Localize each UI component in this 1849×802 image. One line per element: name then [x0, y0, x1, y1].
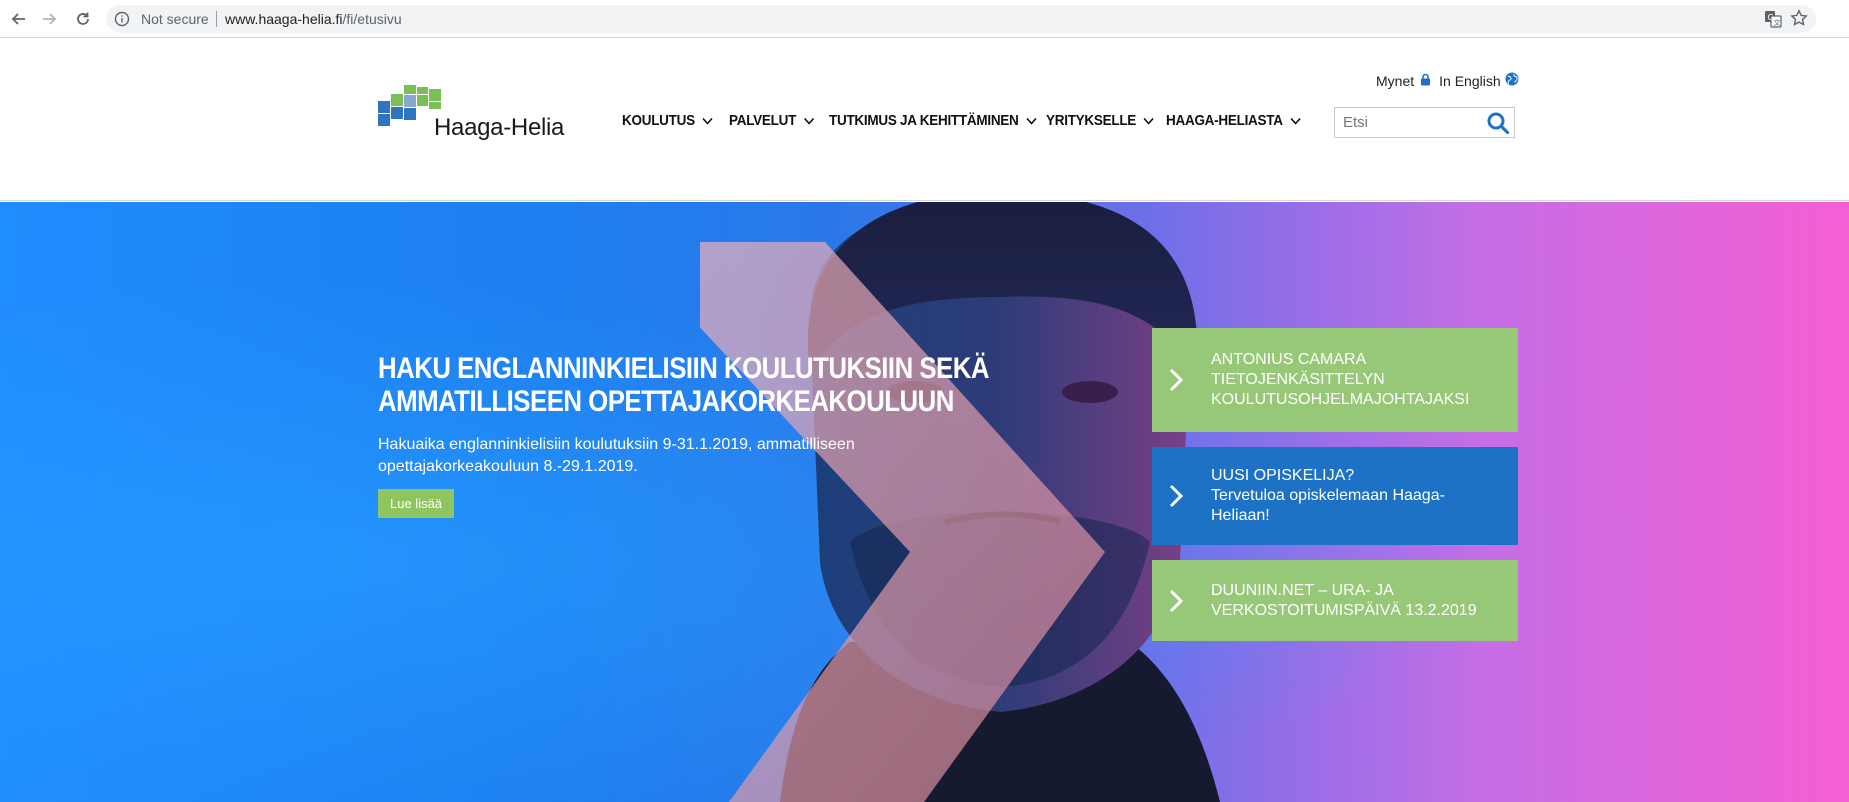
chevron-down-icon: [1143, 117, 1154, 125]
mynet-label: Mynet: [1376, 72, 1415, 89]
url-host: www.haaga-helia.fi: [225, 11, 343, 27]
news-cards: ANTONIUS CAMARA TIETOJENKÄSITTELYN KOULU…: [1152, 328, 1518, 641]
hero-banner: HAKU ENGLANNINKIELISIIN KOULUTUKSIIN SEK…: [0, 202, 1849, 802]
back-icon[interactable]: [6, 6, 32, 32]
nav-item-palvelut[interactable]: PALVELUT: [729, 112, 814, 129]
logo-text[interactable]: Haaga-Helia: [434, 114, 564, 142]
security-label: Not secure: [141, 11, 209, 27]
nav-item-haaga-heliasta[interactable]: HAAGA-HELIASTA: [1166, 112, 1301, 129]
info-icon[interactable]: [114, 11, 130, 27]
hero-description: Hakuaika englanninkielisiin koulutuksiin…: [378, 434, 898, 478]
nav-label: YRITYKSELLE: [1046, 112, 1137, 129]
read-more-button[interactable]: Lue lisää: [378, 489, 455, 518]
chevron-right-icon: [1169, 484, 1183, 508]
hero-desc-line2: opettajakorkeakouluun 8.-29.1.2019.: [378, 458, 638, 475]
utility-links: Mynet In English: [1376, 72, 1519, 89]
card-line: UUSI OPISKELIJA?: [1211, 467, 1355, 484]
card-line: ANTONIUS CAMARA: [1211, 351, 1367, 368]
card-duuniin-net[interactable]: DUUNIIN.NET – URA- JA VERKOSTOITUMISPÄIV…: [1152, 560, 1518, 641]
card-new-student[interactable]: UUSI OPISKELIJA? Tervetuloa opiskelemaan…: [1152, 447, 1518, 545]
hero-desc-line1: Hakuaika englanninkielisiin koulutuksiin…: [378, 436, 855, 453]
url-path: /fi/etusivu: [342, 11, 402, 27]
hero-title[interactable]: HAKU ENGLANNINKIELISIIN KOULUTUKSIIN SEK…: [378, 352, 989, 418]
card-text: ANTONIUS CAMARA TIETOJENKÄSITTELYN KOULU…: [1211, 350, 1469, 410]
card-line: DUUNIIN.NET – URA- JA: [1211, 581, 1394, 599]
main-navigation: KOULUTUS PALVELUT TUTKIMUS JA KEHITTÄMIN…: [622, 112, 1301, 129]
nav-item-yritykselle[interactable]: YRITYKSELLE: [1046, 112, 1154, 129]
translate-icon[interactable]: G文: [1764, 10, 1782, 28]
nav-item-tutkimus[interactable]: TUTKIMUS JA KEHITTÄMINEN: [829, 112, 1037, 129]
chevron-down-icon: [1026, 117, 1037, 125]
hero-content: HAKU ENGLANNINKIELISIIN KOULUTUKSIIN SEK…: [378, 352, 989, 518]
star-icon[interactable]: [1790, 9, 1808, 27]
url-text[interactable]: www.haaga-helia.fi/fi/etusivu: [225, 11, 402, 27]
chevron-down-icon: [1290, 117, 1301, 125]
reload-icon[interactable]: [70, 6, 96, 32]
search-icon[interactable]: [1486, 111, 1510, 135]
search-input[interactable]: [1335, 108, 1475, 137]
address-bar[interactable]: Not secure www.haaga-helia.fi/fi/etusivu…: [106, 5, 1816, 33]
in-english-link[interactable]: In English: [1439, 72, 1519, 89]
browser-toolbar: Not secure www.haaga-helia.fi/fi/etusivu…: [0, 0, 1849, 38]
card-line: VERKOSTOITUMISPÄIVÄ 13.2.2019: [1211, 601, 1477, 619]
card-line: Tervetuloa opiskelemaan Haaga-: [1211, 487, 1445, 504]
nav-label: PALVELUT: [729, 112, 797, 129]
chevron-right-icon: [1169, 589, 1183, 612]
card-line: KOULUTUSOHJELMAJOHTAJAKSI: [1211, 391, 1470, 408]
hero-title-line2: AMMATILLISEEN OPETTAJAKORKEAKOULUUN: [378, 385, 954, 418]
nav-label: TUTKIMUS JA KEHITTÄMINEN: [829, 112, 1019, 129]
forward-icon[interactable]: [36, 6, 62, 32]
divider: [216, 11, 217, 27]
hero-title-line1: HAKU ENGLANNINKIELISIIN KOULUTUKSIIN SEK…: [378, 352, 989, 385]
svg-text:文: 文: [1774, 18, 1781, 27]
chevron-down-icon: [702, 117, 713, 125]
in-english-label: In English: [1439, 72, 1501, 89]
nav-label: KOULUTUS: [622, 112, 695, 129]
lock-icon: [1420, 73, 1431, 89]
mynet-link[interactable]: Mynet: [1376, 73, 1439, 89]
card-antonius-camara[interactable]: ANTONIUS CAMARA TIETOJENKÄSITTELYN KOULU…: [1152, 328, 1518, 432]
card-line: Heliaan!: [1211, 507, 1270, 524]
card-line: TIETOJENKÄSITTELYN: [1211, 371, 1385, 388]
nav-item-koulutus[interactable]: KOULUTUS: [622, 112, 713, 129]
chevron-right-icon: [1169, 368, 1183, 392]
site-header: Haaga-Helia Mynet In English KOULUTUS PA…: [0, 39, 1849, 201]
nav-label: HAAGA-HELIASTA: [1166, 112, 1283, 129]
search-box: [1334, 107, 1515, 138]
globe-icon: [1505, 72, 1519, 89]
card-text: UUSI OPISKELIJA? Tervetuloa opiskelemaan…: [1211, 466, 1445, 526]
card-text: DUUNIIN.NET – URA- JA VERKOSTOITUMISPÄIV…: [1211, 581, 1477, 621]
chevron-down-icon: [803, 117, 814, 125]
